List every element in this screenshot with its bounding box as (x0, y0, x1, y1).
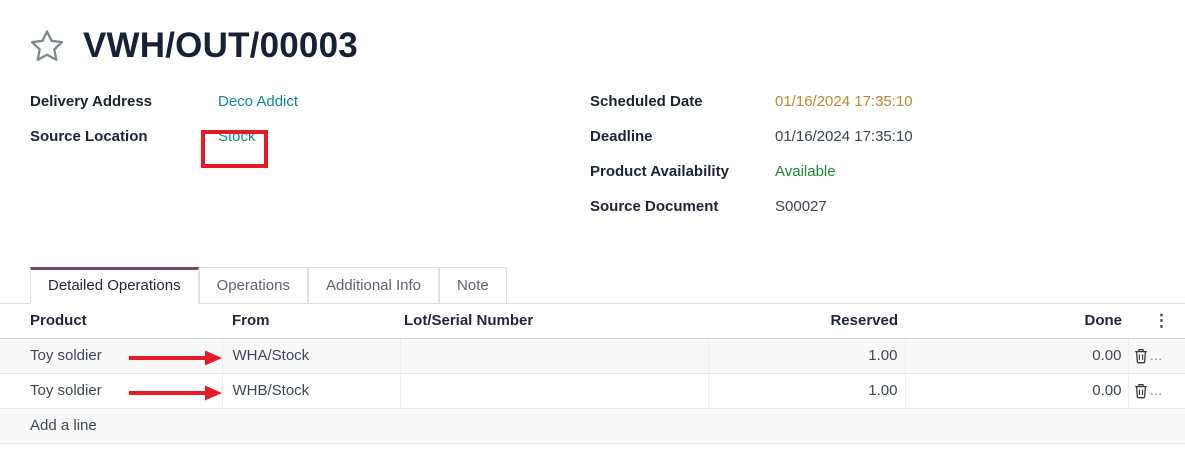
delete-row-icon[interactable] (1134, 383, 1148, 399)
col-header-from[interactable]: From (222, 304, 400, 338)
delete-row-icon[interactable] (1134, 348, 1148, 364)
col-header-reserved[interactable]: Reserved (708, 304, 905, 338)
tab-operations[interactable]: Operations (199, 267, 308, 303)
detailed-operations-table: Product From Lot/Serial Number Reserved … (0, 304, 1185, 444)
cell-reserved[interactable]: 1.00 (708, 338, 905, 373)
deadline-value[interactable]: 01/16/2024 17:35:10 (775, 128, 913, 145)
cell-actions: … (1128, 338, 1185, 373)
row-overflow-dots: … (1150, 348, 1162, 363)
tab-additional-info[interactable]: Additional Info (308, 267, 439, 303)
source-document-value[interactable]: S00027 (775, 198, 827, 215)
field-source-location: Source Location Stock (30, 119, 590, 154)
optional-columns-icon[interactable]: ⋮ (1153, 311, 1170, 330)
field-source-document: Source Document S00027 (590, 189, 1185, 224)
tab-note[interactable]: Note (439, 267, 507, 303)
cell-from[interactable]: WHA/Stock (222, 338, 400, 373)
field-column-right: Scheduled Date 01/16/2024 17:35:10 Deadl… (590, 84, 1185, 224)
field-label: Deadline (590, 128, 775, 145)
page-title: VWH/OUT/00003 (83, 26, 358, 66)
tab-detailed-operations[interactable]: Detailed Operations (30, 267, 199, 304)
field-label: Delivery Address (30, 93, 218, 110)
cell-done[interactable]: 0.00 (905, 373, 1128, 408)
field-deadline: Deadline 01/16/2024 17:35:10 (590, 119, 1185, 154)
field-column-left: Delivery Address Deco Addict Source Loca… (30, 84, 590, 224)
cell-from[interactable]: WHB/Stock (222, 373, 400, 408)
cell-product[interactable]: Toy soldier (0, 338, 222, 373)
favorite-star-icon[interactable] (28, 27, 66, 65)
scheduled-date-value[interactable]: 01/16/2024 17:35:10 (775, 93, 913, 110)
cell-reserved[interactable]: 1.00 (708, 373, 905, 408)
source-location-link[interactable]: Stock (218, 128, 256, 145)
col-header-lot[interactable]: Lot/Serial Number (400, 304, 708, 338)
field-label: Source Document (590, 198, 775, 215)
table-header-row: Product From Lot/Serial Number Reserved … (0, 304, 1185, 338)
row-overflow-dots: … (1150, 383, 1162, 398)
optional-columns-header: ⋮ (1128, 304, 1185, 338)
col-header-product[interactable]: Product (0, 304, 222, 338)
cell-done[interactable]: 0.00 (905, 338, 1128, 373)
cell-lot-serial[interactable] (400, 338, 708, 373)
table-row: Toy soldier WHB/Stock 1.00 0.00 … (0, 373, 1185, 408)
notebook-tabs: Detailed Operations Operations Additiona… (0, 264, 1185, 304)
add-a-line-link[interactable]: Add a line (0, 408, 1185, 443)
field-scheduled-date: Scheduled Date 01/16/2024 17:35:10 (590, 84, 1185, 119)
field-delivery-address: Delivery Address Deco Addict (30, 84, 590, 119)
table-row: Toy soldier WHA/Stock 1.00 0.00 … (0, 338, 1185, 373)
field-label: Scheduled Date (590, 93, 775, 110)
cell-actions: … (1128, 373, 1185, 408)
field-label: Product Availability (590, 163, 775, 180)
cell-lot-serial[interactable] (400, 373, 708, 408)
form-header: VWH/OUT/00003 (0, 0, 1185, 68)
field-panel: Delivery Address Deco Addict Source Loca… (0, 68, 1185, 224)
cell-product[interactable]: Toy soldier (0, 373, 222, 408)
field-product-availability: Product Availability Available (590, 154, 1185, 189)
field-label: Source Location (30, 128, 218, 145)
add-line-row: Add a line (0, 408, 1185, 443)
availability-status: Available (775, 163, 836, 180)
delivery-address-link[interactable]: Deco Addict (218, 93, 298, 110)
col-header-done[interactable]: Done (905, 304, 1128, 338)
